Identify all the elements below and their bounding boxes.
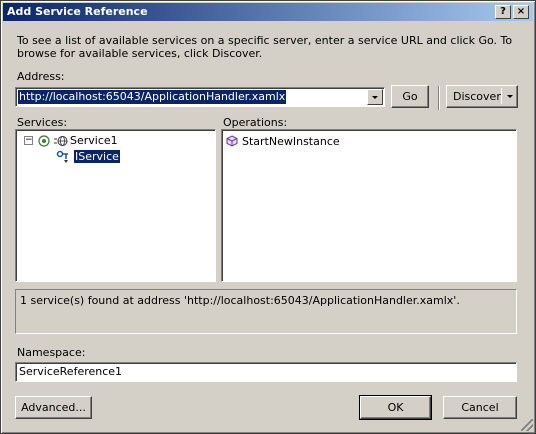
address-label: Address: bbox=[17, 70, 65, 83]
radio-dot-icon bbox=[38, 135, 50, 147]
status-panel: 1 service(s) found at address 'http://lo… bbox=[15, 289, 517, 334]
status-text: 1 service(s) found at address 'http://lo… bbox=[20, 294, 460, 307]
intro-text: To see a list of available services on a… bbox=[17, 34, 513, 60]
namespace-label: Namespace: bbox=[17, 346, 86, 359]
minus-box-icon[interactable]: − bbox=[24, 136, 33, 145]
advanced-button[interactable]: Advanced... bbox=[15, 396, 92, 419]
ok-button[interactable]: OK bbox=[359, 395, 432, 420]
operation-label: StartNewInstance bbox=[242, 135, 340, 148]
services-tree[interactable]: − Service1 IService bbox=[15, 129, 216, 282]
globe-service-icon bbox=[54, 136, 68, 146]
address-combobox[interactable]: http://localhost:65043/ApplicationHandle… bbox=[15, 87, 385, 107]
chevron-down-icon[interactable] bbox=[507, 95, 513, 98]
help-button[interactable]: ? bbox=[495, 5, 511, 19]
address-dropdown-button[interactable] bbox=[367, 89, 383, 105]
title-bar[interactable]: Add Service Reference ? × bbox=[3, 3, 533, 21]
operations-label: Operations: bbox=[223, 116, 288, 129]
discover-button[interactable]: Discover bbox=[446, 85, 518, 108]
operations-list[interactable]: StartNewInstance bbox=[221, 129, 517, 282]
services-label: Services: bbox=[17, 116, 68, 129]
iservice-label: IService bbox=[73, 149, 121, 164]
close-button[interactable]: × bbox=[513, 5, 529, 19]
resize-grip-icon[interactable] bbox=[521, 419, 533, 431]
namespace-input[interactable]: ServiceReference1 bbox=[19, 365, 122, 378]
cancel-button[interactable]: Cancel bbox=[443, 396, 517, 419]
go-button[interactable]: Go bbox=[391, 85, 429, 108]
toolbar-separator bbox=[438, 86, 440, 110]
add-service-reference-dialog: Add Service Reference ? × To see a list … bbox=[0, 0, 536, 434]
method-cube-icon bbox=[226, 135, 238, 147]
namespace-field[interactable]: ServiceReference1 bbox=[15, 362, 517, 382]
address-input[interactable]: http://localhost:65043/ApplicationHandle… bbox=[18, 90, 287, 104]
interface-contract-icon bbox=[56, 150, 68, 163]
window-title: Add Service Reference bbox=[7, 5, 148, 18]
discover-label: Discover bbox=[453, 90, 501, 103]
service1-label: Service1 bbox=[70, 134, 118, 147]
discover-split-divider bbox=[501, 88, 502, 104]
